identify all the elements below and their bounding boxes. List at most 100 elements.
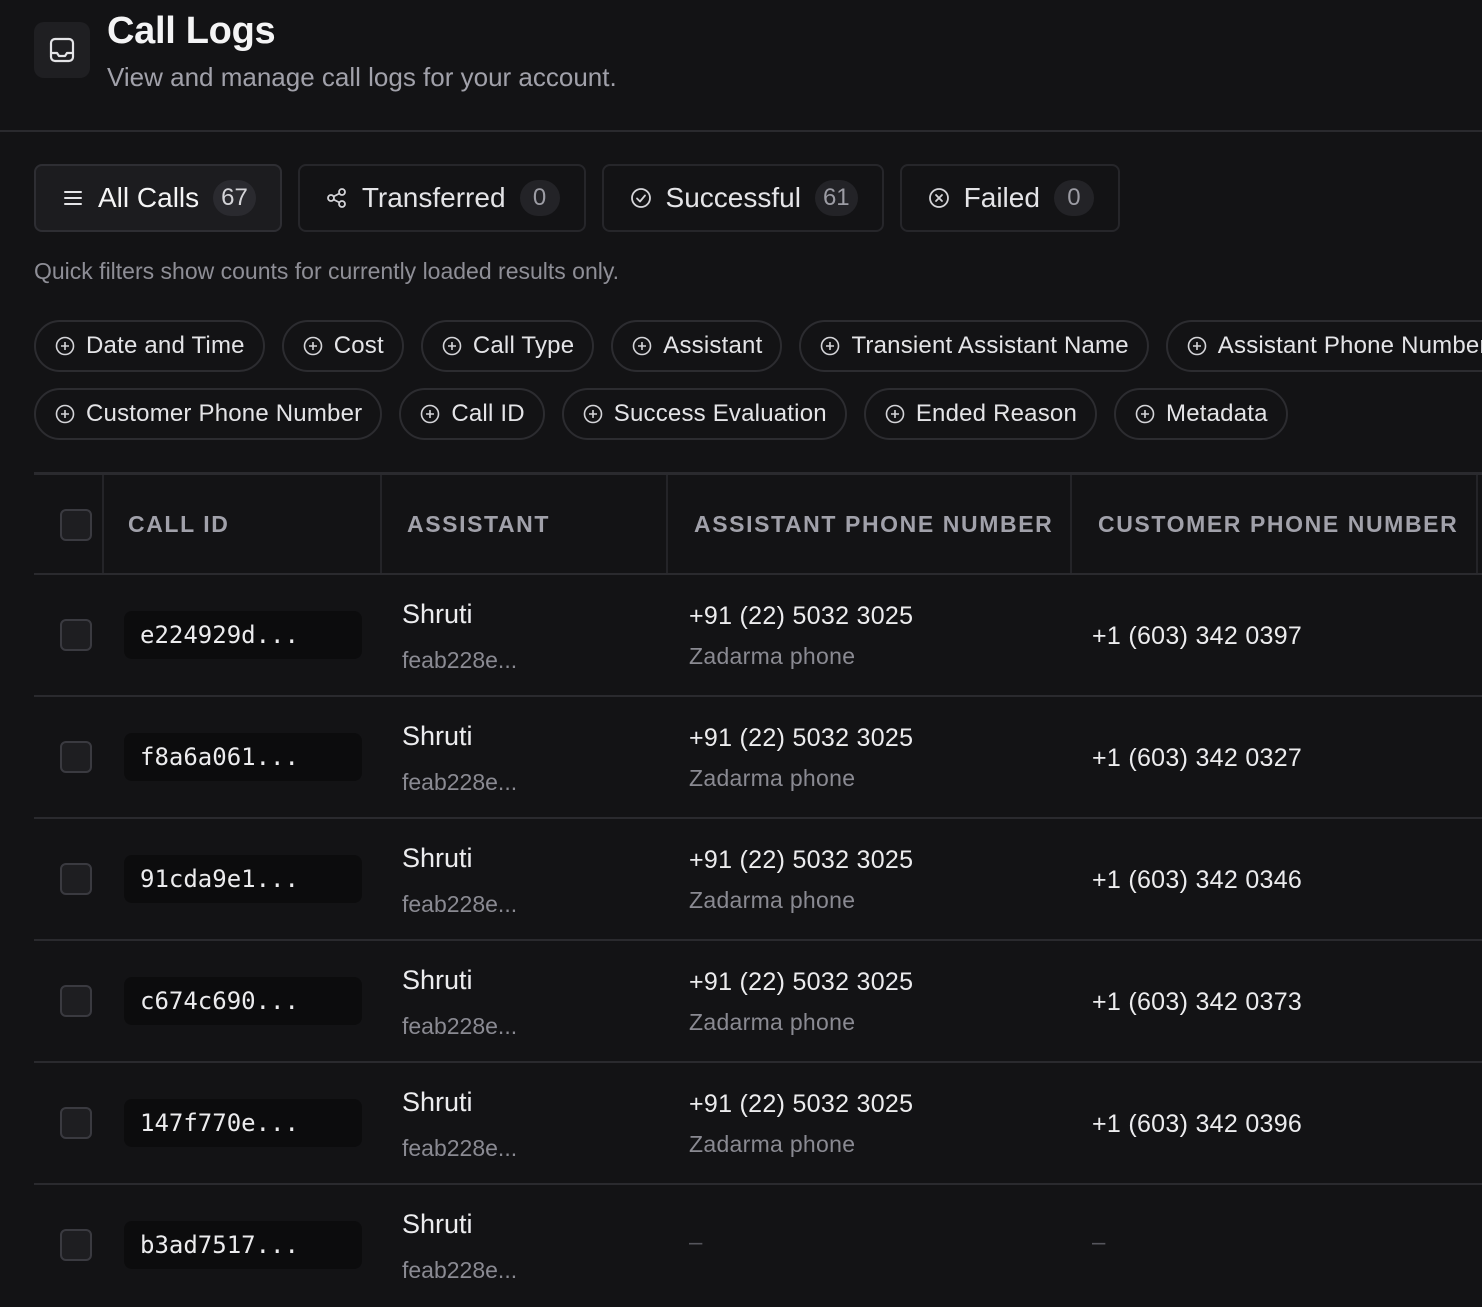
assistant-name: Shruti: [402, 1087, 473, 1117]
call-id-pill[interactable]: f8a6a061...: [124, 733, 362, 781]
assistant-id: feab228e...: [402, 1013, 518, 1039]
phone-provider: Zadarma phone: [689, 887, 856, 913]
plus-circle-icon: [54, 403, 76, 425]
chip-label: Call ID: [451, 400, 525, 427]
table-row[interactable]: c674c690... Shruti feab228e... +91 (22) …: [34, 941, 1482, 1063]
customer-phone-number: +1 (603) 342 0373: [1092, 988, 1303, 1016]
chip-label: Call Type: [472, 332, 575, 359]
plus-circle-icon: [441, 335, 463, 357]
phone-provider: Zadarma phone: [689, 765, 856, 791]
plus-circle-icon: [302, 335, 324, 357]
filter-chip-date-and-time[interactable]: Date and Time: [34, 320, 265, 372]
filter-chip-customer-phone-number[interactable]: Customer Phone Number: [34, 388, 383, 440]
chip-label: Date and Time: [86, 332, 245, 359]
tab-label: Successful: [665, 182, 801, 213]
column-header-assistant-phone-number[interactable]: ASSISTANT PHONE NUMBER: [694, 475, 1053, 573]
column-header-assistant[interactable]: ASSISTANT: [407, 475, 550, 573]
phone-provider: Zadarma phone: [689, 643, 856, 669]
plus-circle-icon: [1186, 335, 1208, 357]
table-row[interactable]: 91cda9e1... Shruti feab228e... +91 (22) …: [34, 819, 1482, 941]
call-id-pill[interactable]: c674c690...: [124, 977, 362, 1025]
assistant-phone-number: +91 (22) 5032 3025: [689, 602, 914, 630]
row-checkbox[interactable]: [60, 619, 92, 651]
plus-circle-icon: [582, 403, 604, 425]
customer-phone-number: +1 (603) 342 0327: [1092, 744, 1303, 772]
assistant-id: feab228e...: [402, 1135, 518, 1161]
filter-chip-transient-assistant-name[interactable]: Transient Assistant Name: [799, 320, 1149, 372]
call-id-pill[interactable]: 91cda9e1...: [124, 855, 362, 903]
filter-chip-ended-reason[interactable]: Ended Reason: [863, 388, 1098, 440]
assistant-phone-number: +91 (22) 5032 3025: [689, 1090, 914, 1118]
tab-count-badge: 67: [213, 180, 256, 216]
row-checkbox[interactable]: [60, 1107, 92, 1139]
assistant-name: Shruti: [402, 599, 473, 629]
table-row[interactable]: b3ad7517... Shruti feab228e... – –: [34, 1185, 1482, 1307]
tab-failed[interactable]: Failed 0: [899, 164, 1120, 232]
select-all-checkbox[interactable]: [60, 509, 92, 541]
phone-provider: Zadarma phone: [689, 1009, 856, 1035]
tab-transferred[interactable]: Transferred 0: [297, 164, 586, 232]
assistant-id: feab228e...: [402, 769, 518, 795]
customer-phone-number: +1 (603) 342 0346: [1092, 866, 1303, 894]
inbox-icon: [34, 22, 90, 78]
column-divider: [1070, 475, 1072, 573]
call-id-pill[interactable]: b3ad7517...: [124, 1221, 362, 1269]
filter-chip-call-type[interactable]: Call Type: [420, 320, 595, 372]
table-row[interactable]: e224929d... Shruti feab228e... +91 (22) …: [34, 575, 1482, 697]
assistant-name: Shruti: [402, 721, 473, 751]
plus-circle-icon: [419, 403, 441, 425]
plus-circle-icon: [54, 335, 76, 357]
plus-circle-icon: [884, 403, 906, 425]
row-checkbox[interactable]: [60, 985, 92, 1017]
assistant-id: feab228e...: [402, 1257, 518, 1283]
filter-chip-success-evaluation[interactable]: Success Evaluation: [561, 388, 847, 440]
column-header-customer-phone-number[interactable]: CUSTOMER PHONE NUMBER: [1098, 475, 1458, 573]
assistant-name: Shruti: [402, 1209, 473, 1239]
filter-chip-cost[interactable]: Cost: [281, 320, 404, 372]
table-header: CALL ID ASSISTANT ASSISTANT PHONE NUMBER…: [34, 475, 1482, 575]
tab-all-calls[interactable]: All Calls 67: [34, 164, 282, 232]
assistant-phone-number: +91 (22) 5032 3025: [689, 968, 914, 996]
row-checkbox[interactable]: [60, 1229, 92, 1261]
call-id-pill[interactable]: 147f770e...: [124, 1099, 362, 1147]
page-header: Call Logs View and manage call logs for …: [0, 0, 1482, 132]
table-row[interactable]: f8a6a061... Shruti feab228e... +91 (22) …: [34, 697, 1482, 819]
call-status-tabs: All Calls 67 Transferred 0 Successful 61…: [34, 164, 1120, 232]
row-checkbox[interactable]: [60, 741, 92, 773]
chip-label: Assistant Phone Number: [1217, 332, 1482, 359]
tab-label: Transferred: [361, 182, 506, 213]
filter-chip-assistant-phone-number[interactable]: Assistant Phone Number: [1165, 320, 1482, 372]
plus-circle-icon: [1134, 403, 1156, 425]
table-row[interactable]: 147f770e... Shruti feab228e... +91 (22) …: [34, 1063, 1482, 1185]
tab-label: All Calls: [98, 182, 200, 213]
page-subtitle: View and manage call logs for your accou…: [107, 62, 617, 92]
chip-label: Success Evaluation: [613, 400, 827, 427]
column-divider: [666, 475, 668, 573]
column-divider: [1476, 475, 1478, 573]
chip-label: Ended Reason: [915, 400, 1078, 427]
row-checkbox[interactable]: [60, 863, 92, 895]
filter-chip-call-id[interactable]: Call ID: [399, 388, 545, 440]
chip-label: Metadata: [1166, 400, 1268, 427]
tab-count-badge: 0: [1053, 180, 1094, 216]
plus-circle-icon: [819, 335, 841, 357]
assistant-phone-number: +91 (22) 5032 3025: [689, 846, 914, 874]
column-header-call-id[interactable]: CALL ID: [128, 475, 230, 573]
tab-label: Failed: [963, 182, 1040, 213]
column-divider: [380, 475, 382, 573]
customer-phone-number: +1 (603) 342 0396: [1092, 1110, 1303, 1138]
call-id-pill[interactable]: e224929d...: [124, 611, 362, 659]
assistant-id: feab228e...: [402, 891, 518, 917]
filter-chips-row-2: Customer Phone Number Call ID Success Ev…: [34, 388, 1482, 440]
list-icon: [62, 187, 84, 209]
x-circle-icon: [928, 187, 950, 209]
chip-label: Assistant: [663, 332, 763, 359]
assistant-phone-number-empty: –: [689, 1229, 703, 1256]
filter-chips-row-1: Date and Time Cost Call Type Assistant T…: [34, 320, 1482, 372]
tab-count-badge: 61: [814, 180, 858, 216]
tab-successful[interactable]: Successful 61: [601, 164, 884, 232]
filter-chip-metadata[interactable]: Metadata: [1114, 388, 1288, 440]
filter-chip-assistant[interactable]: Assistant: [611, 320, 783, 372]
page-title: Call Logs: [107, 10, 276, 52]
call-logs-table: CALL ID ASSISTANT ASSISTANT PHONE NUMBER…: [34, 472, 1482, 1307]
